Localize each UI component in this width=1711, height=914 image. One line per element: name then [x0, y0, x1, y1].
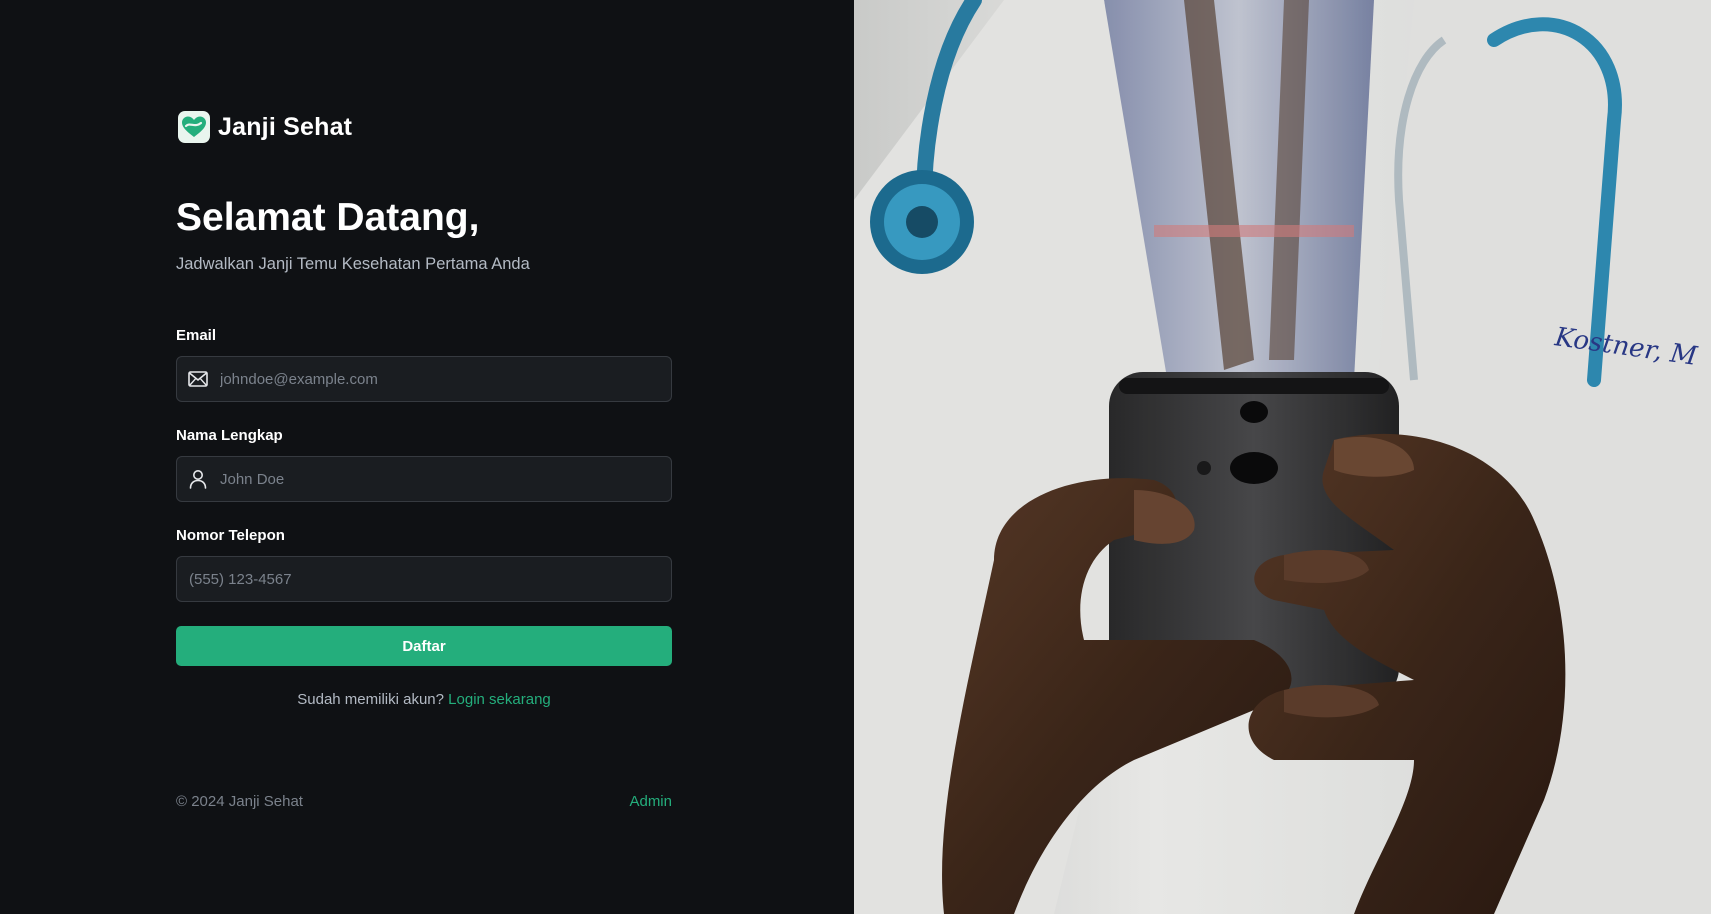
registration-panel: Janji Sehat Selamat Datang, Jadwalkan Ja…: [0, 0, 854, 914]
email-input-wrapper: [176, 356, 672, 402]
login-prompt-text: Sudah memiliki akun?: [297, 691, 444, 708]
login-link[interactable]: Login sekarang: [448, 691, 551, 708]
full-name-input[interactable]: [209, 457, 671, 501]
page-title: Selamat Datang,: [176, 196, 480, 239]
mail-icon: [187, 368, 209, 390]
register-button[interactable]: Daftar: [176, 626, 672, 666]
brand: Janji Sehat: [178, 110, 672, 144]
brand-name: Janji Sehat: [218, 112, 353, 141]
email-field-group: Email: [176, 326, 672, 402]
heart-icon: [178, 111, 210, 143]
page-subtitle: Jadwalkan Janji Temu Kesehatan Pertama A…: [176, 255, 530, 273]
phone-input[interactable]: [177, 557, 671, 601]
phone-label: Nomor Telepon: [176, 527, 285, 544]
user-icon: [187, 468, 209, 490]
registration-content: Janji Sehat Selamat Datang, Jadwalkan Ja…: [176, 110, 672, 708]
name-input-wrapper: [176, 456, 672, 502]
registration-form: Email Nama Lengkap: [176, 326, 672, 708]
admin-link[interactable]: Admin: [629, 793, 672, 810]
copyright-text: © 2024 Janji Sehat: [176, 793, 303, 810]
email-input[interactable]: [209, 357, 671, 401]
footer: © 2024 Janji Sehat Admin: [176, 793, 672, 810]
phone-field-group: Nomor Telepon: [176, 526, 672, 602]
email-label: Email: [176, 327, 217, 344]
doctor-holding-phone-photo: Kostner, M: [854, 0, 1711, 914]
phone-input-wrapper: [176, 556, 672, 602]
name-label: Nama Lengkap: [176, 427, 283, 444]
login-prompt-row: Sudah memiliki akun? Login sekarang: [176, 691, 672, 708]
name-field-group: Nama Lengkap: [176, 426, 672, 502]
